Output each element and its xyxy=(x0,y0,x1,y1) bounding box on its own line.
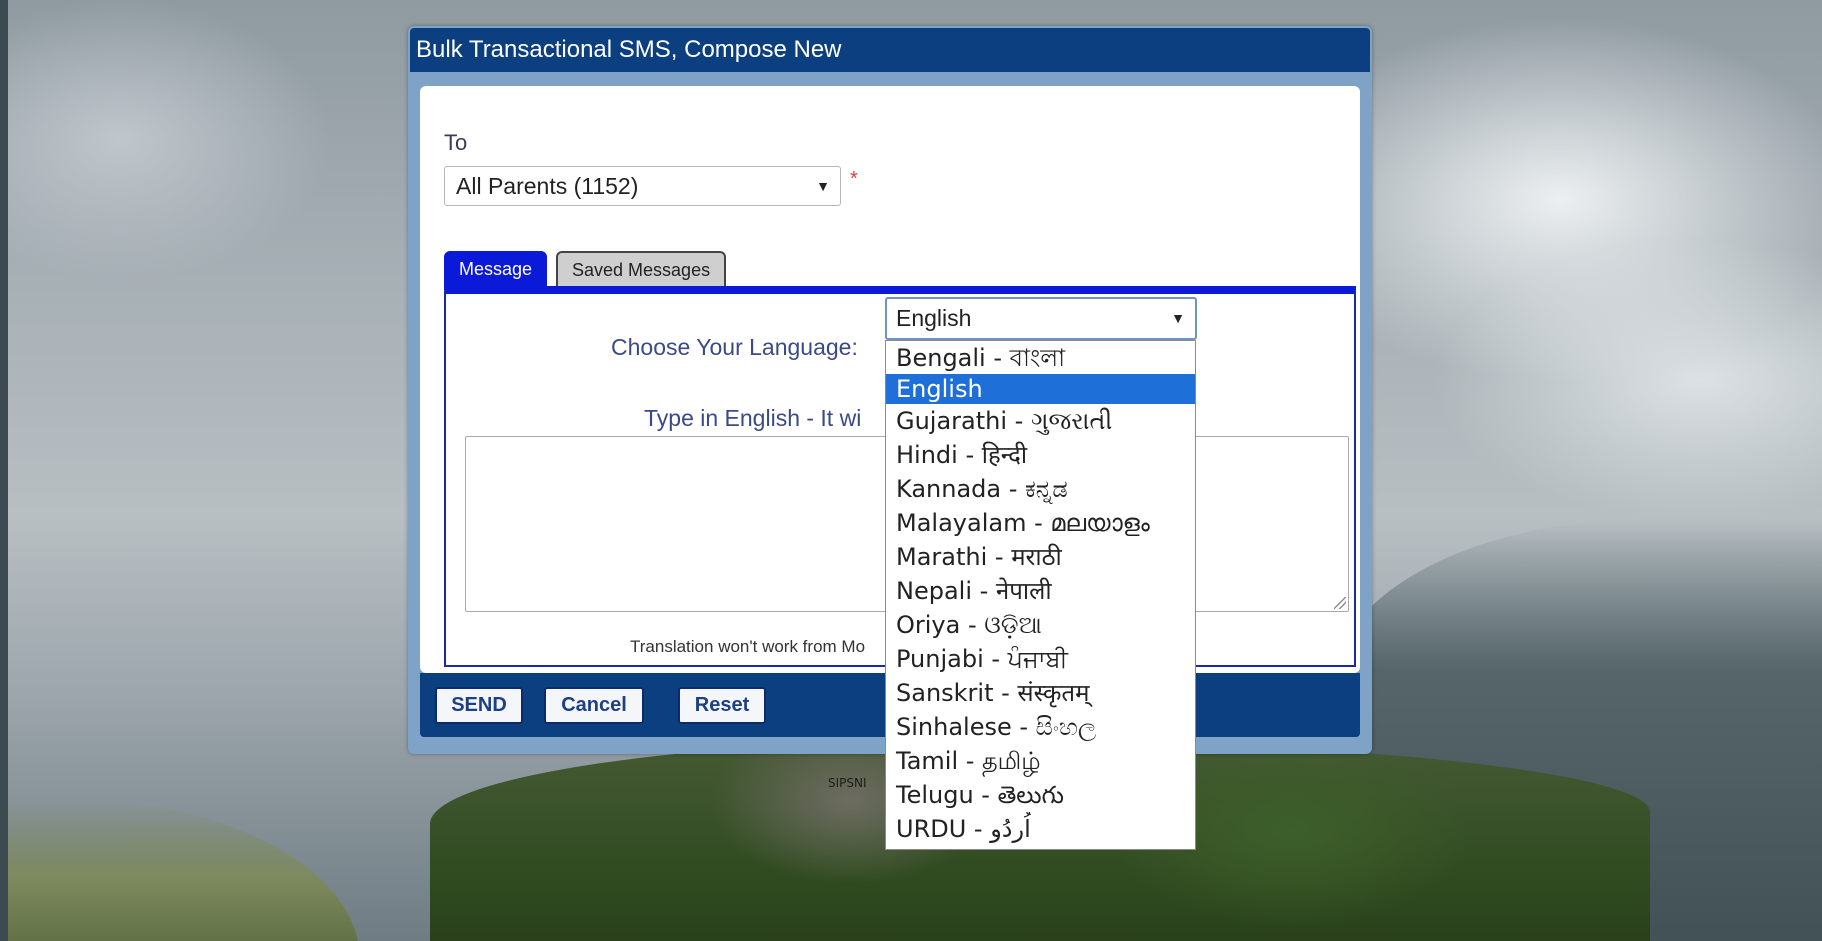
left-edge xyxy=(0,0,8,941)
required-marker: * xyxy=(850,168,858,190)
recipient-select-value: All Parents (1152) xyxy=(456,173,639,199)
translation-note: Translation won't work from Mo xyxy=(630,637,866,656)
dialog-title: Bulk Transactional SMS, Compose New xyxy=(410,28,1370,72)
resize-grip-icon[interactable] xyxy=(1334,597,1346,609)
language-option[interactable]: Gujarathi - ગુજરાતી xyxy=(886,404,1195,438)
to-label: To xyxy=(444,130,468,155)
cancel-button[interactable]: Cancel xyxy=(544,687,644,724)
reset-button[interactable]: Reset xyxy=(678,687,766,724)
send-button[interactable]: SEND xyxy=(435,687,523,724)
caret-down-icon: ▼ xyxy=(1171,310,1185,326)
language-label: Choose Your Language: xyxy=(611,334,858,360)
language-options-list: Bengali - বাংলা English Gujarathi - ગુજર… xyxy=(886,341,1195,846)
language-option[interactable]: Marathi - मराठी xyxy=(886,540,1195,574)
language-option[interactable]: Hindi - हिन्दी xyxy=(886,438,1195,472)
language-option[interactable]: Malayalam - മലയാളം xyxy=(886,506,1195,540)
recipient-select[interactable]: All Parents (1152) ▼ xyxy=(444,166,841,206)
language-option[interactable]: Bengali - বাংলা xyxy=(886,341,1195,374)
type-hint-label: Type in English - It wi xyxy=(644,405,862,431)
language-option[interactable]: Punjabi - ਪੰਜਾਬੀ xyxy=(886,642,1195,676)
language-select-value: English xyxy=(896,305,972,331)
caret-down-icon: ▼ xyxy=(816,178,830,194)
footer-text: SIPSNI xyxy=(828,776,867,790)
language-option[interactable]: Kannada - ಕನ್ನಡ xyxy=(886,472,1195,506)
language-dropdown[interactable]: Bengali - বাংলা English Gujarathi - ગુજર… xyxy=(885,340,1196,850)
language-option[interactable]: URDU - اُردُو xyxy=(886,812,1195,846)
tab-message[interactable]: Message xyxy=(444,251,548,287)
language-option[interactable]: English xyxy=(886,374,1195,404)
language-option[interactable]: Oriya - ଓଡ଼ିଆ xyxy=(886,608,1195,642)
language-option[interactable]: Telugu - తెలుగు xyxy=(886,778,1195,812)
tab-saved-messages[interactable]: Saved Messages xyxy=(556,251,727,287)
language-option[interactable]: Sanskrit - संस्कृतम् xyxy=(886,676,1195,710)
language-select[interactable]: English ▼ xyxy=(885,297,1197,340)
language-option[interactable]: Tamil - தமிழ் xyxy=(886,744,1195,778)
language-option[interactable]: Sinhalese - සිංහල xyxy=(886,710,1195,744)
language-option[interactable]: Nepali - नेपाली xyxy=(886,574,1195,608)
